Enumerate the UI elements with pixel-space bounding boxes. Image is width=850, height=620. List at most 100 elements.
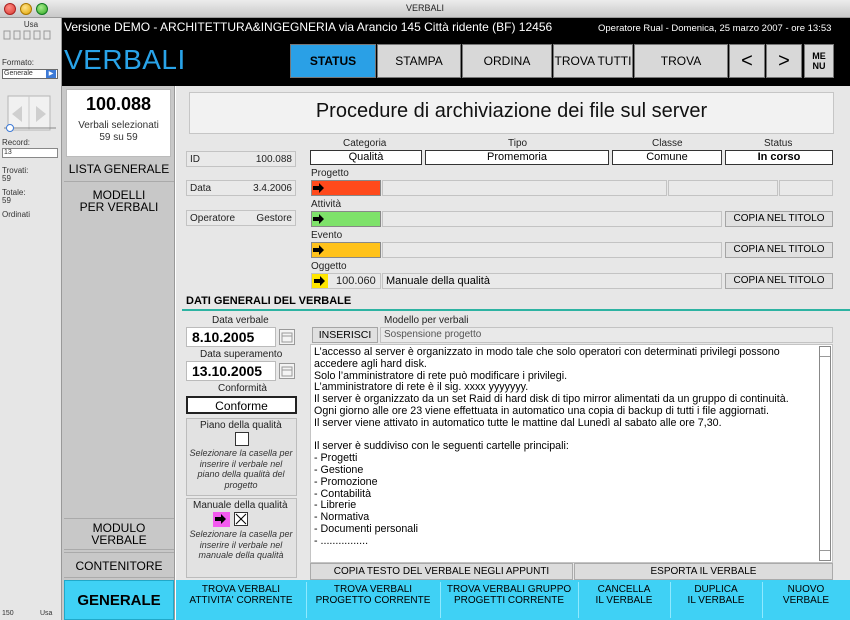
tipo-select[interactable]: Promemoria [425,150,609,165]
manuale-qualita-hint: Selezionare la casella per inserire il v… [189,529,293,560]
mode-label[interactable]: Usa [40,610,52,617]
section-divider [182,309,850,311]
nav-trova-button[interactable]: TROVA [634,44,728,78]
menu-line2: NU [812,61,826,71]
b3-line2: PROGETTI CORRENTE [453,595,564,606]
oggetto-arrow-icon[interactable] [314,275,326,287]
section-header: DATI GENERALI DEL VERBALE [182,294,850,309]
zoom-level[interactable]: 150 [2,610,14,617]
nav-modulo-verbale[interactable]: MODULO VERBALE [64,518,174,550]
trovati-value: 59 [2,174,11,183]
nav-generale[interactable]: GENERALE [64,580,174,620]
prev-record-button[interactable]: < [729,44,765,78]
nuovo-verbale-button[interactable]: NUOVO VERBALE [764,584,848,616]
oggetto-field[interactable]: Manuale della qualità [382,273,722,289]
operator-line: Operatore Rual - Domenica, 25 marzo 2007… [598,23,832,34]
window-title: VERBALI [405,3,445,13]
scroll-down-arrow[interactable] [820,550,830,560]
modello-label: Modello per verbali [384,315,469,326]
nav-stampa-button[interactable]: STAMPA [377,44,461,78]
separator [578,582,579,618]
record-input[interactable]: 13 [2,148,58,158]
verbale-text-area[interactable]: L’accesso al server è organizzato in mod… [310,344,833,563]
page-title[interactable]: Procedure di archiviazione dei file sul … [189,100,834,123]
record-label: Record: [2,138,31,147]
record-slider[interactable] [2,124,58,132]
modelli-line2: PER VERBALI [79,200,159,214]
progetto-extra2-field[interactable] [779,180,833,196]
next-record-button[interactable]: > [766,44,802,78]
id-value: 100.088 [255,154,292,165]
categoria-select[interactable]: Qualità [310,150,422,165]
nav-ordina-button[interactable]: ORDINA [462,44,552,78]
selected-line2: 59 su 59 [99,132,138,143]
nav-lista-generale[interactable]: LISTA GENERALE [64,158,174,182]
nav-contenitore[interactable]: CONTENITORE [64,552,174,578]
trova-verbali-attivita-button[interactable]: TROVA VERBALI ATTIVITA' CORRENTE [178,584,304,616]
scroll-up-arrow[interactable] [820,347,830,357]
trova-verbali-gruppo-button[interactable]: TROVA VERBALI GRUPPO PROGETTI CORRENTE [442,584,576,616]
cancella-verbale-button[interactable]: CANCELLA IL VERBALE [580,584,668,616]
progetto-extra-field[interactable] [668,180,778,196]
separator [762,582,763,618]
b6-line1: NUOVO [787,584,825,595]
totale-value: 59 [2,196,11,205]
progetto-field[interactable] [382,180,667,196]
layout-tools-icon[interactable] [2,30,60,40]
nav-status-button[interactable]: STATUS [290,44,376,78]
evento-arrow-icon[interactable] [313,244,325,256]
progetto-arrow-icon[interactable] [313,182,325,194]
formato-select[interactable]: Generale ▶ [2,69,58,79]
verbale-text: L’accesso al server è organizzato in mod… [314,346,789,547]
esporta-button[interactable]: ESPORTA IL VERBALE [574,563,833,580]
b4-line2: IL VERBALE [595,595,653,606]
evento-copy-title-button[interactable]: COPIA NEL TITOLO [725,242,833,258]
piano-qualita-label: Piano della qualità [200,420,282,431]
data-value: 3.4.2006 [253,183,292,194]
data-label: Data [190,183,212,194]
attivita-label: Attività [311,199,342,210]
modello-field[interactable]: Sospensione progetto [380,327,833,343]
section-title: DATI GENERALI DEL VERBALE [186,295,352,307]
copia-testo-button[interactable]: COPIA TESTO DEL VERBALE NEGLI APPUNTI [310,563,573,580]
selected-line1: Verbali selezionati [78,120,159,131]
manuale-qualita-label: Manuale della qualità [193,500,288,511]
manuale-qualita-checkbox[interactable] [234,512,248,526]
record-count-box: 100.088 Verbali selezionati 59 su 59 [66,89,171,157]
menu-line1: ME [812,51,826,61]
ordinati-label: Ordinati [2,210,31,219]
data-field: Data 3.4.2006 [186,180,296,196]
nav-trova-tutti-button[interactable]: TROVA TUTTI [553,44,633,78]
data-verbale-value: 8.10.2005 [192,329,255,345]
manuale-arrow-icon[interactable] [215,513,227,525]
evento-field[interactable] [382,242,722,258]
menu-button[interactable]: ME NU [804,44,834,78]
nav-modelli-verbali[interactable]: MODELLI PER VERBALI [64,185,174,217]
operatore-field: Operatore Gestore [186,210,296,226]
calendar-icon[interactable] [279,363,295,379]
chevron-right-icon: ▶ [46,70,56,78]
trova-verbali-progetto-button[interactable]: TROVA VERBALI PROGETTO CORRENTE [308,584,438,616]
conformita-select[interactable]: Conforme [186,396,297,414]
b4-line1: CANCELLA [597,584,651,595]
b1-line1: TROVA VERBALI [201,584,281,595]
inserisci-button[interactable]: INSERISCI [312,327,378,343]
b1-line2: ATTIVITA' CORRENTE [189,595,293,606]
attivita-arrow-icon[interactable] [313,213,325,225]
data-superamento-value: 13.10.2005 [192,363,263,379]
oggetto-copy-title-button[interactable]: COPIA NEL TITOLO [725,273,833,289]
calendar-icon[interactable] [279,329,295,345]
duplica-verbale-button[interactable]: DUPLICA IL VERBALE [672,584,760,616]
text-scrollbar[interactable] [819,346,831,561]
piano-qualita-checkbox[interactable] [235,432,249,446]
evento-label: Evento [311,230,343,241]
data-superamento-label: Data superamento [200,349,283,360]
status-select[interactable]: In corso [725,150,833,165]
attivita-copy-title-button[interactable]: COPIA NEL TITOLO [725,211,833,227]
attivita-field[interactable] [382,211,722,227]
formato-label: Formato: [2,58,35,67]
oggetto-label: Oggetto [311,261,347,272]
data-verbale-label: Data verbale [212,315,269,326]
classe-select[interactable]: Comune [612,150,722,165]
separator [440,582,441,618]
